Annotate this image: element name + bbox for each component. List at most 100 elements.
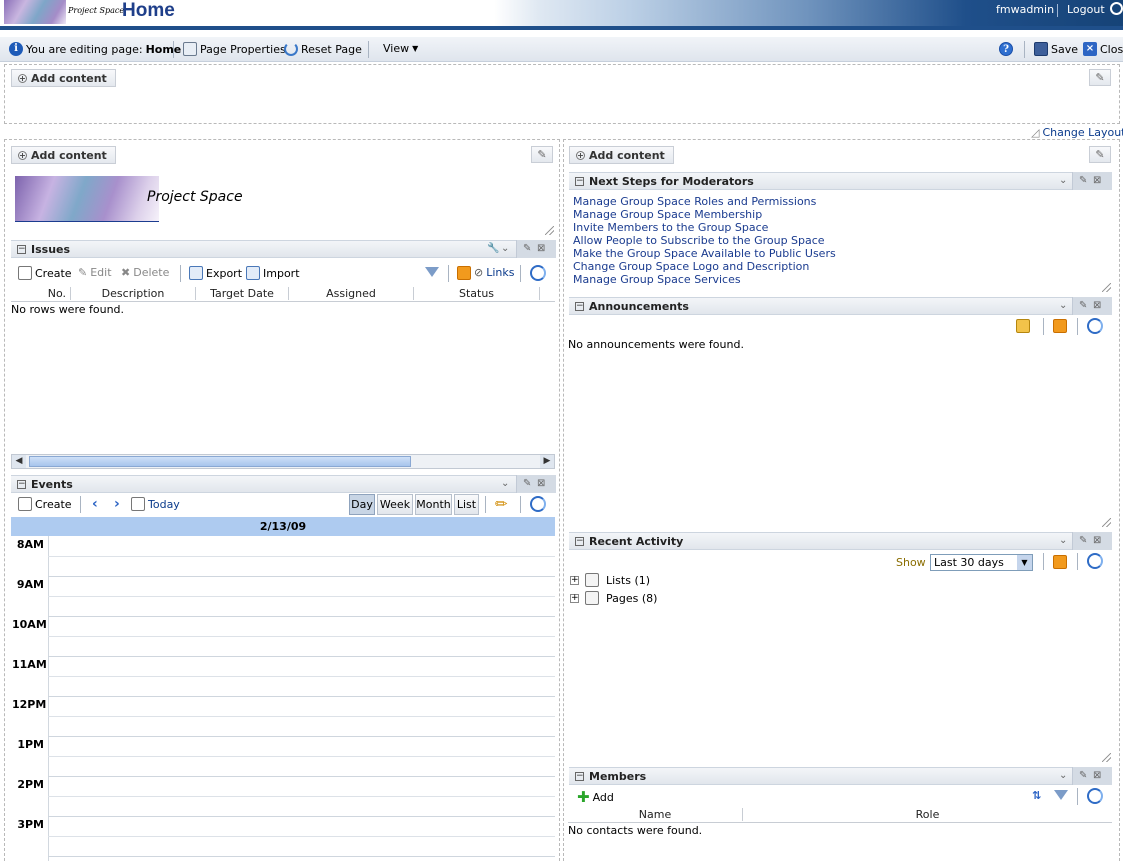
pencil-icon[interactable]: ✎ — [1079, 535, 1087, 546]
scroll-left-arrow[interactable]: ◀ — [12, 455, 26, 468]
next-step-link[interactable]: Make the Group Space Available to Public… — [573, 247, 836, 260]
pencil-icon[interactable]: ✎ — [523, 478, 531, 489]
col-header-target-date[interactable]: Target Date — [196, 287, 289, 300]
collapse-icon[interactable]: − — [575, 301, 584, 311]
reset-page-button[interactable]: Reset Page — [284, 42, 362, 56]
wrench-icon[interactable]: 🔧 — [487, 243, 499, 254]
announcements-email-button[interactable] — [1016, 319, 1030, 333]
issues-refresh-button[interactable] — [530, 265, 546, 281]
view-month-button[interactable]: Month — [415, 494, 452, 515]
collapse-icon[interactable]: − — [575, 176, 584, 186]
collapse-icon[interactable]: − — [575, 536, 584, 546]
close-icon[interactable]: ⊠ — [1093, 535, 1101, 546]
next-step-link[interactable]: Manage Group Space Membership — [573, 208, 762, 221]
next-step-link[interactable]: Invite Members to the Group Space — [573, 221, 768, 234]
next-step-link[interactable]: Change Group Space Logo and Description — [573, 260, 809, 273]
add-content-button-right[interactable]: + Add content — [569, 146, 674, 164]
issues-create-button[interactable]: Create — [18, 266, 72, 280]
user-name-link[interactable]: fmwadmin — [996, 3, 1054, 16]
close-icon[interactable]: ⊠ — [537, 243, 545, 254]
resize-handle[interactable] — [1102, 518, 1111, 527]
next-step-link[interactable]: Allow People to Subscribe to the Group S… — [573, 234, 825, 247]
collapse-icon[interactable]: − — [575, 771, 584, 781]
add-content-button-top[interactable]: + Add content — [11, 69, 116, 87]
view-day-button[interactable]: Day — [349, 494, 375, 515]
page-properties-button[interactable]: Page Properties — [183, 42, 286, 56]
sort-icon[interactable]: ⇅ — [1032, 789, 1041, 802]
members-refresh-button[interactable] — [1087, 788, 1103, 804]
issues-export-button[interactable]: Export — [189, 266, 242, 280]
pencil-icon[interactable]: ✎ — [523, 243, 531, 254]
close-button[interactable]: × Close — [1083, 42, 1123, 56]
previous-arrow-icon[interactable]: ‹ — [92, 496, 98, 512]
col-header-status[interactable]: Status — [414, 287, 540, 300]
edit-region-button[interactable]: ✎ — [531, 146, 553, 163]
chevron-down-icon[interactable]: ⌄ — [501, 243, 509, 254]
close-icon[interactable]: ⊠ — [1093, 175, 1101, 186]
close-icon[interactable]: ⊠ — [1093, 770, 1101, 781]
announcements-rss-button[interactable] — [1053, 319, 1067, 333]
col-header-no[interactable]: No. — [11, 287, 71, 300]
view-list-button[interactable]: List — [454, 494, 479, 515]
reset-icon — [284, 42, 298, 56]
view-week-button[interactable]: Week — [377, 494, 413, 515]
activity-refresh-button[interactable] — [1087, 553, 1103, 569]
activity-item-pages[interactable]: + Pages (8) — [570, 591, 657, 605]
issues-edit-button[interactable]: ✎ Edit — [78, 266, 112, 279]
show-period-select[interactable]: Last 30 days ▼ — [930, 554, 1033, 571]
activity-item-lists[interactable]: + Lists (1) — [570, 573, 650, 587]
toolbar-separator — [448, 265, 449, 282]
events-refresh-button[interactable] — [530, 496, 546, 512]
members-add-button[interactable]: ✚ Add — [577, 788, 614, 806]
members-filter-button[interactable] — [1054, 790, 1068, 800]
pencil-icon[interactable]: ✎ — [1079, 300, 1087, 311]
chevron-down-icon[interactable]: ⌄ — [1059, 175, 1067, 186]
edit-pencil-icon[interactable]: ✏ — [495, 495, 508, 513]
chevron-down-icon[interactable]: ⌄ — [501, 478, 509, 489]
scrollbar-thumb[interactable] — [29, 456, 411, 467]
chevron-down-icon[interactable]: ⌄ — [1059, 770, 1067, 781]
issues-import-button[interactable]: Import — [246, 266, 300, 280]
new-document-icon — [18, 266, 32, 280]
pencil-icon[interactable]: ✎ — [1079, 770, 1087, 781]
pencil-icon[interactable]: ✎ — [1079, 175, 1087, 186]
save-button[interactable]: Save — [1034, 42, 1078, 56]
next-step-link[interactable]: Manage Group Space Services — [573, 273, 741, 286]
col-header-name[interactable]: Name — [568, 808, 743, 821]
issues-delete-button[interactable]: ✖ Delete — [121, 266, 169, 279]
next-arrow-icon[interactable]: › — [114, 496, 120, 512]
next-step-link[interactable]: Manage Group Space Roles and Permissions — [573, 195, 816, 208]
col-header-description[interactable]: Description — [71, 287, 196, 300]
search-icon[interactable] — [1110, 2, 1123, 15]
expand-icon[interactable]: + — [570, 593, 579, 603]
scroll-right-arrow[interactable]: ▶ — [540, 455, 554, 468]
edit-region-button[interactable]: ✎ — [1089, 146, 1111, 163]
today-button[interactable]: Today — [131, 497, 180, 511]
resize-handle[interactable] — [1102, 753, 1111, 762]
close-icon[interactable]: ⊠ — [537, 478, 545, 489]
delete-label: Delete — [133, 266, 170, 279]
logout-link[interactable]: Logout — [1067, 3, 1105, 16]
events-create-button[interactable]: Create — [18, 497, 72, 511]
expand-icon[interactable]: + — [570, 575, 579, 585]
resize-handle[interactable] — [545, 226, 554, 235]
activity-rss-button[interactable] — [1053, 555, 1067, 569]
collapse-icon[interactable]: − — [17, 244, 26, 254]
announcements-refresh-button[interactable] — [1087, 318, 1103, 334]
chevron-down-icon[interactable]: ⌄ — [1059, 300, 1067, 311]
export-icon — [189, 266, 203, 280]
change-layout-link[interactable]: ◿ Change Layout — [1031, 126, 1123, 139]
resize-handle[interactable] — [1102, 283, 1111, 292]
col-header-assigned[interactable]: Assigned — [289, 287, 414, 300]
help-button[interactable]: ? — [999, 42, 1013, 56]
col-header-role[interactable]: Role — [743, 808, 1112, 821]
issues-rss-button[interactable] — [457, 266, 471, 280]
add-content-button-left[interactable]: + Add content — [11, 146, 116, 164]
collapse-icon[interactable]: − — [17, 479, 26, 489]
issues-filter-button[interactable] — [425, 267, 439, 277]
view-menu[interactable]: View ▼ — [383, 42, 418, 55]
chevron-down-icon[interactable]: ⌄ — [1059, 535, 1067, 546]
close-icon[interactable]: ⊠ — [1093, 300, 1101, 311]
issues-links-button[interactable]: ⊘ Links — [474, 266, 514, 279]
edit-region-button[interactable]: ✎ — [1089, 69, 1111, 86]
